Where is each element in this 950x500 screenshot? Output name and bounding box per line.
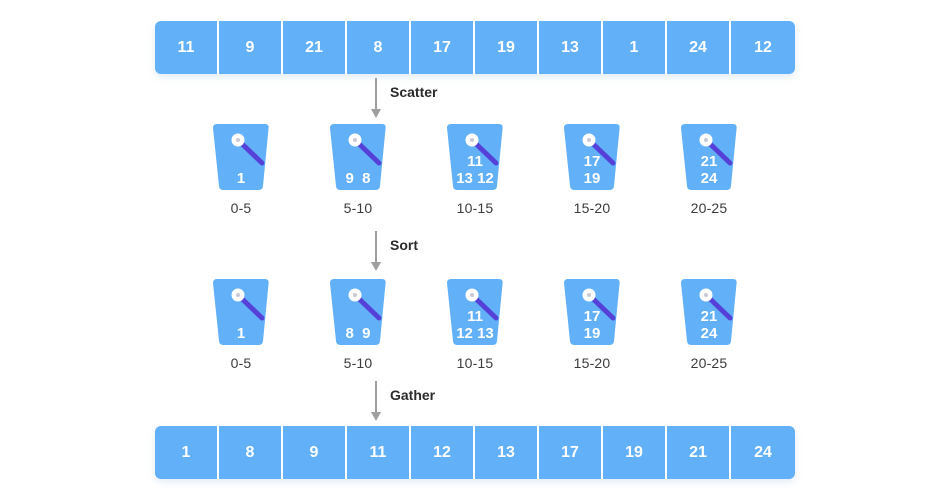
array-cell: 13 bbox=[475, 426, 539, 479]
bucket-range-label: 15-20 bbox=[573, 355, 611, 371]
bucket: 21 24 20-25 bbox=[665, 277, 753, 371]
sorted-bucket-row: 1 0-5 8 9 5-10 11 12 13 10-15 17 19 15-20 21 24 20-… bbox=[0, 277, 950, 371]
bucket-range-label: 10-15 bbox=[456, 200, 494, 216]
bucket: 11 13 12 10-15 bbox=[431, 122, 519, 216]
scatter-arrow-label: Scatter bbox=[390, 84, 438, 100]
unsorted-array: 11 9 21 8 17 19 13 1 24 12 bbox=[155, 21, 795, 74]
arrow-shaft bbox=[375, 231, 377, 263]
bucket: 17 19 15-20 bbox=[548, 277, 636, 371]
array-cell: 12 bbox=[411, 426, 475, 479]
bucket-icon: 17 19 bbox=[556, 122, 628, 194]
array-cell: 19 bbox=[603, 426, 667, 479]
array-cell: 24 bbox=[667, 21, 731, 74]
arrow-head-icon bbox=[371, 412, 381, 421]
bucket-range-label: 0-5 bbox=[230, 355, 252, 371]
array-cell: 1 bbox=[155, 426, 219, 479]
gather-arrow-label: Gather bbox=[390, 387, 436, 403]
bucket-icon: 21 24 bbox=[673, 122, 745, 194]
sort-arrow-label: Sort bbox=[390, 237, 418, 253]
bucket: 8 9 5-10 bbox=[314, 277, 402, 371]
arrow-shaft bbox=[375, 381, 377, 413]
bucket-range-label: 20-25 bbox=[690, 355, 728, 371]
bucket-icon: 17 19 bbox=[556, 277, 628, 349]
bucket-icon: 11 12 13 bbox=[439, 277, 511, 349]
bucket: 11 12 13 10-15 bbox=[431, 277, 519, 371]
gather-arrow: Gather bbox=[0, 381, 950, 421]
array-cell: 9 bbox=[283, 426, 347, 479]
bucket: 21 24 20-25 bbox=[665, 122, 753, 216]
bucket-icon: 9 8 bbox=[322, 122, 394, 194]
bucket-icon: 21 24 bbox=[673, 277, 745, 349]
arrow-head-icon bbox=[371, 262, 381, 271]
array-cell: 8 bbox=[219, 426, 283, 479]
array-cell: 8 bbox=[347, 21, 411, 74]
array-cell: 17 bbox=[411, 21, 475, 74]
array-cell: 13 bbox=[539, 21, 603, 74]
sort-arrow: Sort bbox=[0, 231, 950, 271]
bucket: 17 19 15-20 bbox=[548, 122, 636, 216]
bucket-icon: 1 bbox=[205, 122, 277, 194]
bucket-range-label: 0-5 bbox=[230, 200, 252, 216]
bucket: 1 0-5 bbox=[197, 122, 285, 216]
array-cell: 1 bbox=[603, 21, 667, 74]
bucket-icon: 1 bbox=[205, 277, 277, 349]
bucket-icon: 8 9 bbox=[322, 277, 394, 349]
array-cell: 21 bbox=[283, 21, 347, 74]
bucket: 9 8 5-10 bbox=[314, 122, 402, 216]
array-cell: 21 bbox=[667, 426, 731, 479]
bucket-range-label: 5-10 bbox=[343, 200, 373, 216]
scatter-arrow: Scatter bbox=[0, 78, 950, 118]
array-cell: 24 bbox=[731, 426, 795, 479]
array-cell: 17 bbox=[539, 426, 603, 479]
bucket-icon: 11 13 12 bbox=[439, 122, 511, 194]
array-cell: 11 bbox=[347, 426, 411, 479]
array-cell: 11 bbox=[155, 21, 219, 74]
arrow-shaft bbox=[375, 78, 377, 110]
bucket: 1 0-5 bbox=[197, 277, 285, 371]
bucket-range-label: 20-25 bbox=[690, 200, 728, 216]
scattered-bucket-row: 1 0-5 9 8 5-10 11 13 12 10-15 17 19 15-20 21 24 20-… bbox=[0, 122, 950, 216]
array-cell: 12 bbox=[731, 21, 795, 74]
sorted-array: 1 8 9 11 12 13 17 19 21 24 bbox=[155, 426, 795, 479]
arrow-head-icon bbox=[371, 109, 381, 118]
array-cell: 9 bbox=[219, 21, 283, 74]
array-cell: 19 bbox=[475, 21, 539, 74]
bucket-range-label: 15-20 bbox=[573, 200, 611, 216]
bucket-range-label: 5-10 bbox=[343, 355, 373, 371]
bucket-range-label: 10-15 bbox=[456, 355, 494, 371]
